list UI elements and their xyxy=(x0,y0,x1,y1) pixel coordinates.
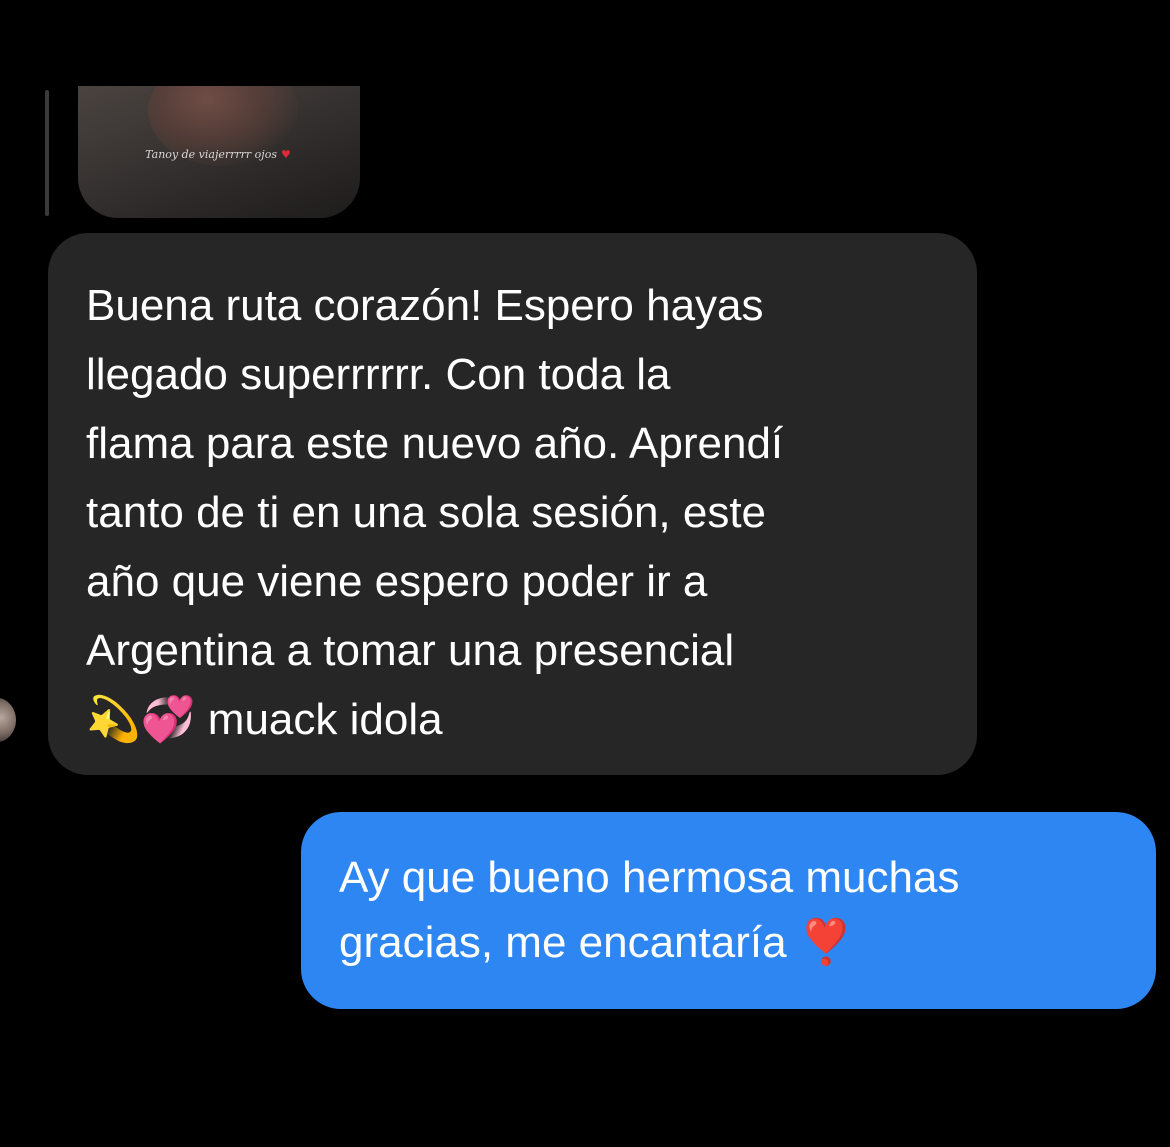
story-caption: Tanoy de viajerrrrr ojos ♥ xyxy=(118,148,318,161)
red-heart-icon: ♥ xyxy=(280,148,291,161)
story-caption-text: Tanoy de viajerrrrr ojos xyxy=(145,148,277,161)
incoming-message-text: Buena ruta corazón! Espero hayas llegado… xyxy=(86,281,784,744)
story-reply-thumbnail[interactable]: Tanoy de viajerrrrr ojos ♥ xyxy=(78,86,360,218)
outgoing-message-bubble[interactable]: Ay que bueno hermosa muchas gracias, me … xyxy=(301,812,1156,1009)
incoming-message-bubble[interactable]: Buena ruta corazón! Espero hayas llegado… xyxy=(48,233,977,775)
outgoing-message-text: Ay que bueno hermosa muchas gracias, me … xyxy=(339,853,960,967)
sender-avatar[interactable] xyxy=(0,698,16,742)
story-reply-indicator xyxy=(45,90,49,216)
